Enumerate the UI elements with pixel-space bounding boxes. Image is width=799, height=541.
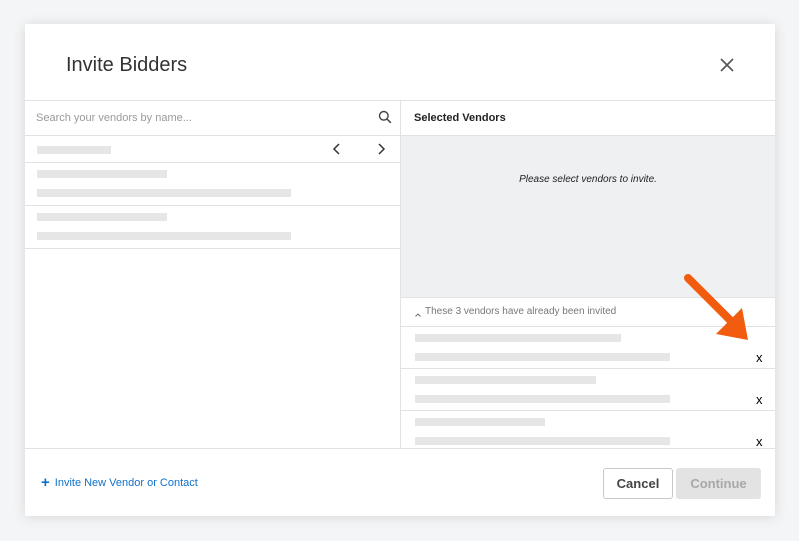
vendor-list-item[interactable] (25, 163, 400, 206)
plus-icon: + (41, 474, 50, 491)
invite-new-vendor-label: Invite New Vendor or Contact (54, 476, 198, 489)
dialog-body: Selected Vendors Please select vendors t… (25, 100, 775, 449)
selected-vendors-panel: Selected Vendors Please select vendors t… (401, 101, 775, 448)
remove-invited-vendor-button[interactable]: x (756, 351, 763, 364)
vendor-search-input[interactable] (25, 101, 370, 135)
skeleton-placeholder (415, 334, 621, 342)
remove-invited-vendor-button[interactable]: x (756, 393, 763, 406)
vendor-search (25, 101, 400, 136)
invite-bidders-dialog: Invite Bidders Search your vendors by na… (25, 24, 775, 516)
skeleton-placeholder (37, 213, 167, 221)
empty-state-message: Please select vendors to invite. (519, 174, 657, 185)
invited-vendor-row: x (401, 411, 775, 450)
skeleton-placeholder (415, 437, 670, 445)
invited-vendor-row: x (401, 369, 775, 411)
skeleton-placeholder (415, 353, 670, 361)
vendor-browser-panel (25, 101, 401, 448)
dialog-footer: + Invite New Vendor or Contact Cancel Co… (25, 449, 775, 516)
selected-vendors-header: Selected Vendors (401, 101, 775, 136)
invite-new-vendor-link[interactable]: + Invite New Vendor or Contact (41, 475, 198, 490)
already-invited-label: These 3 vendors have already been invite… (425, 306, 617, 317)
already-invited-toggle[interactable]: These 3 vendors have already been invite… (401, 298, 775, 327)
skeleton-placeholder (415, 376, 596, 384)
chevron-right-icon[interactable] (375, 142, 387, 156)
vendor-pager (25, 136, 400, 163)
chevron-up-icon (414, 306, 422, 317)
skeleton-placeholder (37, 170, 167, 178)
cancel-button[interactable]: Cancel (603, 468, 673, 499)
selected-vendors-empty-state: Please select vendors to invite. (401, 136, 775, 298)
skeleton-placeholder (415, 418, 545, 426)
skeleton-placeholder (415, 395, 670, 403)
search-icon[interactable] (378, 110, 392, 124)
selected-vendors-title: Selected Vendors (414, 112, 506, 124)
invited-vendor-list: x x x (401, 327, 775, 450)
invited-vendor-row: x (401, 327, 775, 369)
dialog-title: Invite Bidders (66, 54, 188, 76)
remove-invited-vendor-button[interactable]: x (756, 435, 763, 448)
skeleton-placeholder (37, 189, 291, 197)
skeleton-placeholder (37, 146, 111, 154)
close-icon[interactable] (719, 57, 735, 73)
vendor-list-item[interactable] (25, 206, 400, 249)
skeleton-placeholder (37, 232, 291, 240)
chevron-left-icon[interactable] (331, 142, 343, 156)
continue-button[interactable]: Continue (676, 468, 761, 499)
